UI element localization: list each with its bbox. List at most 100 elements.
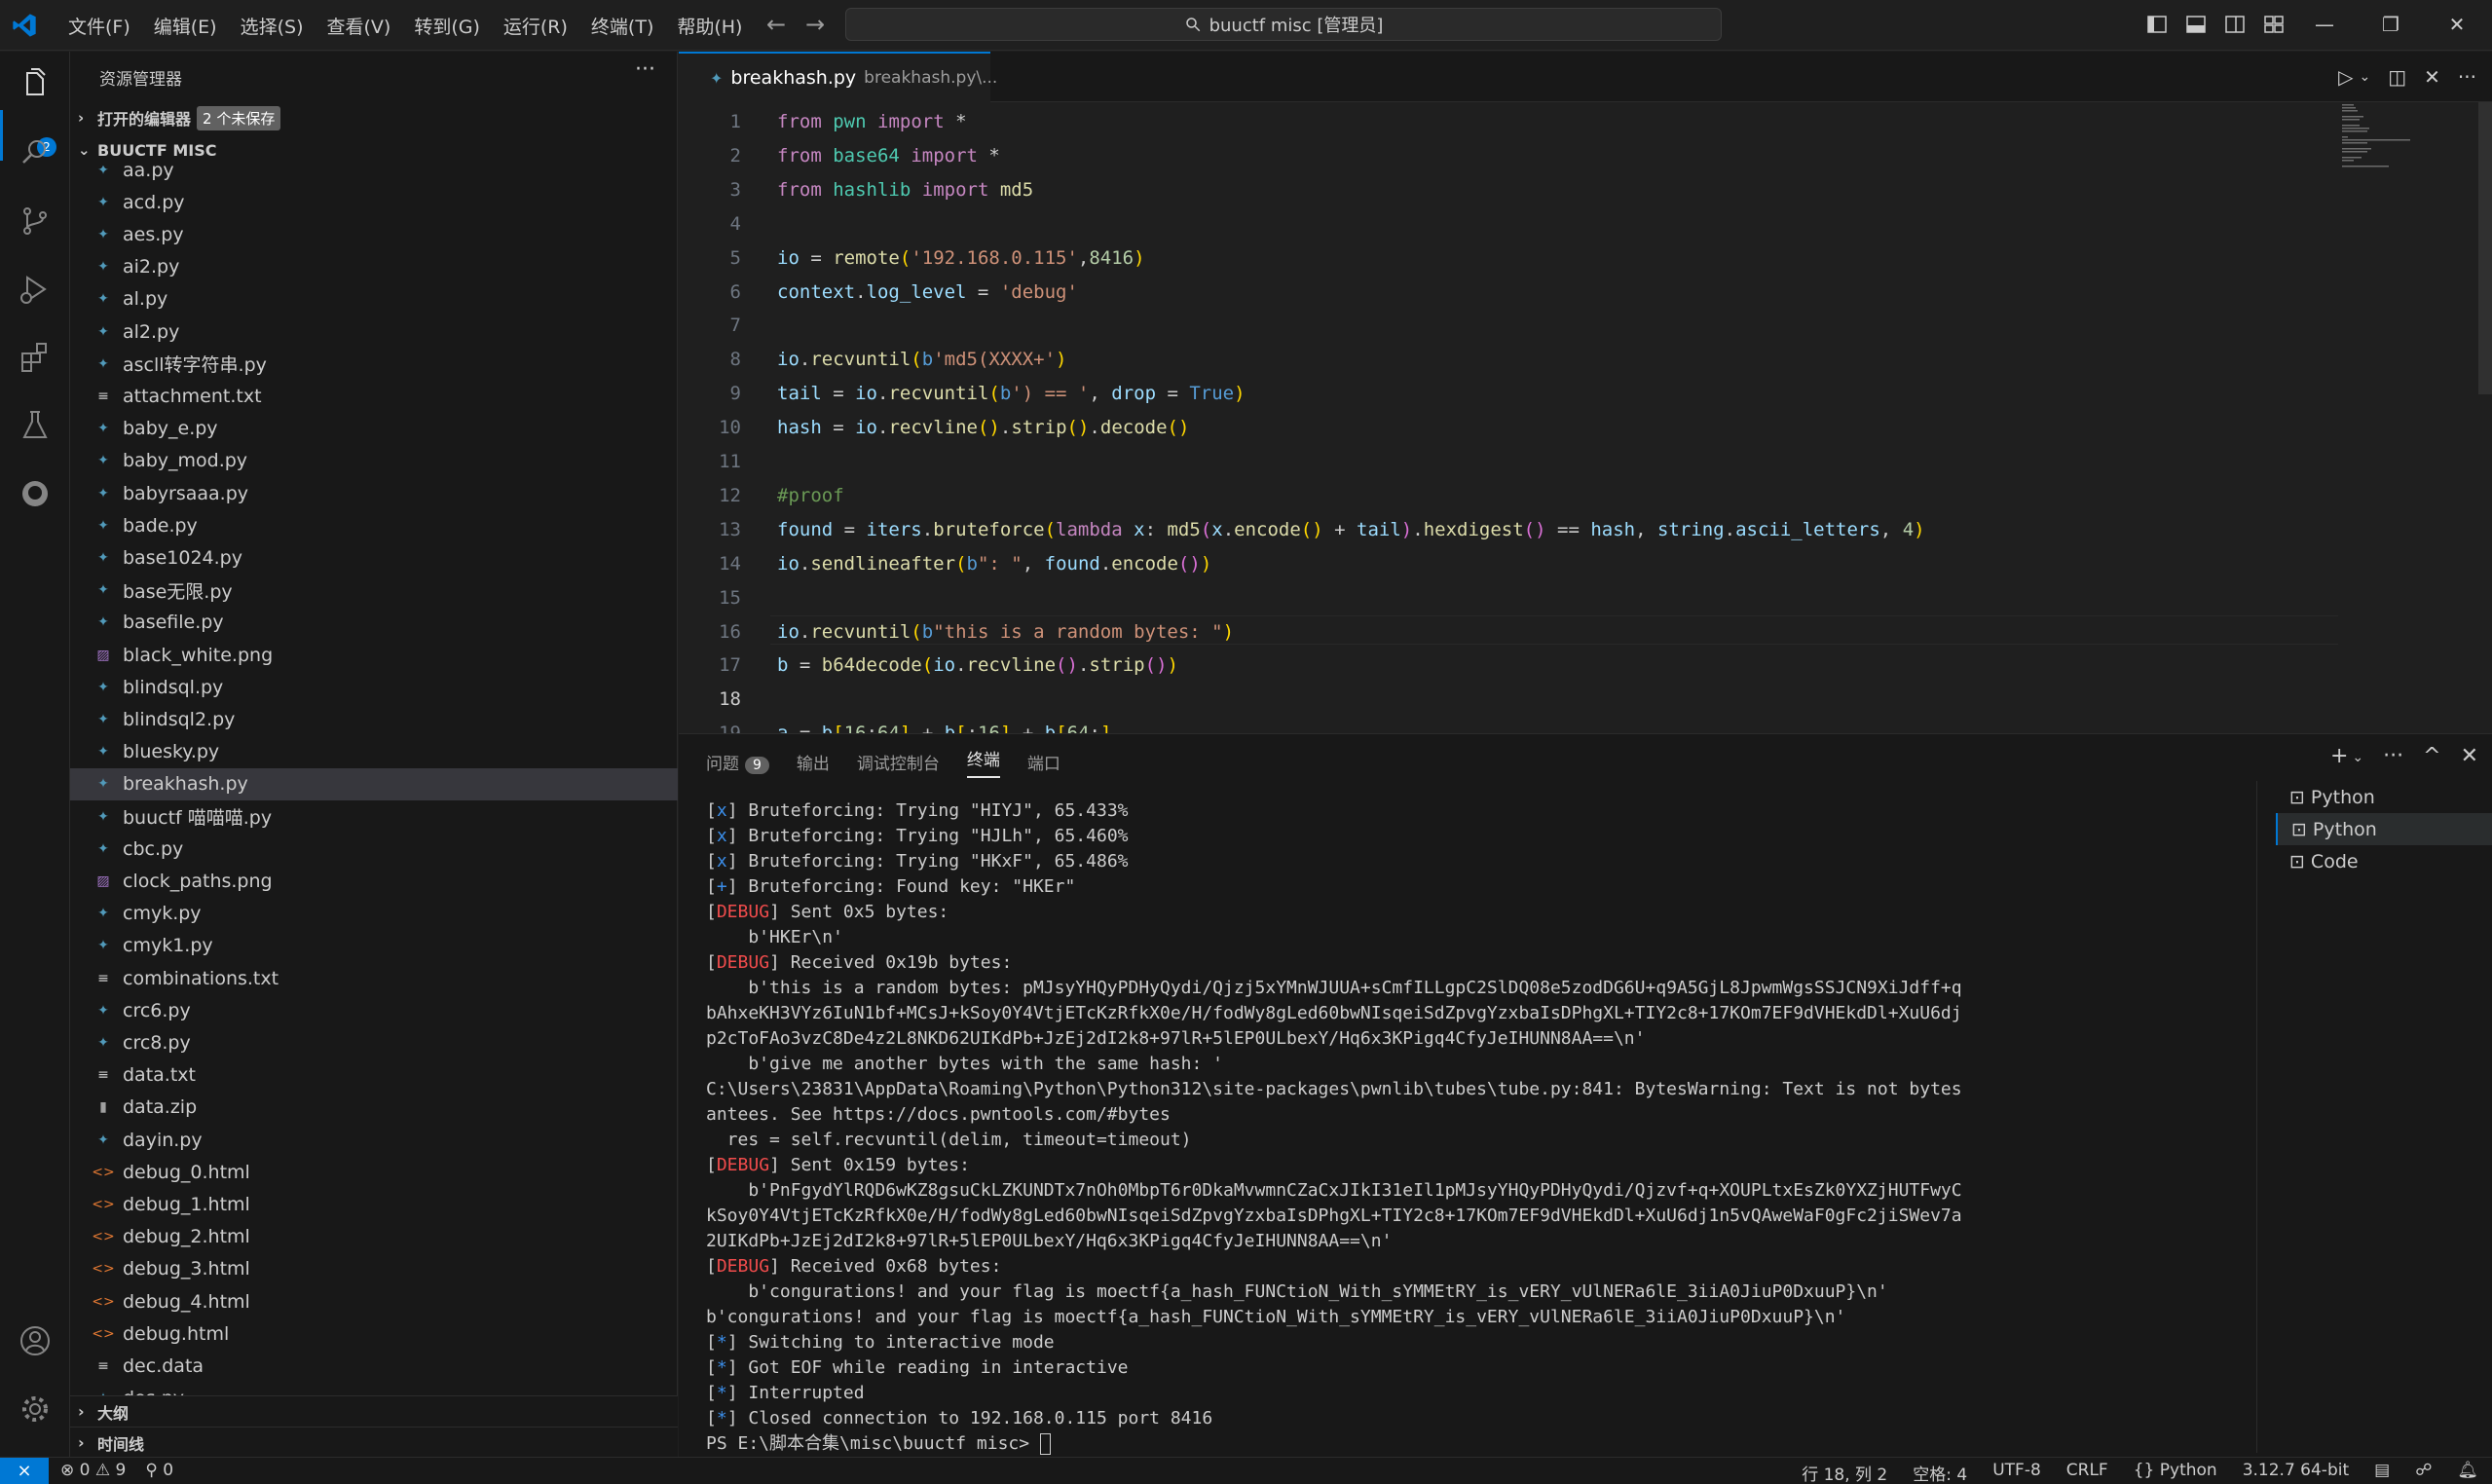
file-tree-item[interactable]: <> debug_2.html bbox=[70, 1221, 678, 1253]
file-tree-item[interactable]: ✦ base1024.py bbox=[70, 541, 678, 574]
toggle-secondary-sidebar-icon[interactable] bbox=[2224, 14, 2246, 35]
menu-item[interactable]: 选择(S) bbox=[229, 13, 316, 39]
terminal-dropdown-icon[interactable]: ⌄ bbox=[2352, 750, 2363, 768]
file-tree-item[interactable]: <> debug_4.html bbox=[70, 1285, 678, 1317]
close-editor-icon[interactable]: ✕ bbox=[2424, 65, 2440, 89]
panel-tab[interactable]: 调试控制台 bbox=[857, 750, 940, 774]
close-panel-icon[interactable]: ✕ bbox=[2461, 744, 2478, 768]
settings-gear-icon[interactable] bbox=[18, 1391, 53, 1427]
extensions-icon[interactable] bbox=[18, 340, 53, 375]
file-tree-item[interactable]: ✦ al.py bbox=[70, 283, 678, 315]
folder-section[interactable]: ⌄ BUUCTF MISC bbox=[70, 135, 678, 165]
testing-icon[interactable] bbox=[18, 408, 53, 443]
menu-item[interactable]: 终端(T) bbox=[579, 13, 665, 39]
file-tree-item[interactable]: ✦ baby_e.py bbox=[70, 413, 678, 445]
file-tree-item[interactable]: ✦ cmyk.py bbox=[70, 898, 678, 930]
more-actions-icon[interactable]: ··· bbox=[635, 57, 655, 82]
file-tree-item[interactable]: ✦ blindsql.py bbox=[70, 671, 678, 703]
file-tree-item[interactable]: ✦ bade.py bbox=[70, 509, 678, 541]
terminal-prompt[interactable]: PS E:\脚本合集\misc\buuctf misc> bbox=[706, 1431, 1962, 1457]
file-tree-item[interactable]: ▮ data.zip bbox=[70, 1092, 678, 1124]
file-tree-item[interactable]: ✦ dayin.py bbox=[70, 1124, 678, 1156]
toggle-primary-sidebar-icon[interactable] bbox=[2146, 14, 2168, 35]
panel-tab[interactable]: 问题 9 bbox=[706, 750, 769, 774]
file-tree-item[interactable]: ≡ data.txt bbox=[70, 1059, 678, 1092]
menu-item[interactable]: 运行(R) bbox=[492, 13, 579, 39]
minimap[interactable] bbox=[2342, 102, 2439, 180]
indentation[interactable]: 空格: 4 bbox=[1913, 1461, 1967, 1484]
maximize-panel-icon[interactable]: ^ bbox=[2423, 744, 2440, 768]
file-tree-item[interactable]: ≡ combinations.txt bbox=[70, 962, 678, 994]
terminal-instance[interactable]: ⊡ Code bbox=[2276, 845, 2492, 877]
file-tree-item[interactable]: ✦ buuctf 喵喵喵.py bbox=[70, 800, 678, 833]
copilot-icon[interactable]: ☍ bbox=[2415, 1461, 2432, 1484]
timeline-section[interactable]: › 时间线 bbox=[70, 1427, 678, 1458]
file-tree-item[interactable]: ✦ aes.py bbox=[70, 218, 678, 250]
file-tree-item[interactable]: ≡ dec.data bbox=[70, 1350, 678, 1382]
file-tree-item[interactable]: ✦ ascll转字符串.py bbox=[70, 348, 678, 380]
terminal-instance[interactable]: ⊡ Python bbox=[2276, 781, 2492, 813]
file-tree-item[interactable]: ✦ acd.py bbox=[70, 186, 678, 218]
more-actions-icon[interactable]: ··· bbox=[2383, 744, 2403, 768]
menu-item[interactable]: 文件(F) bbox=[56, 13, 142, 39]
customize-layout-icon[interactable] bbox=[2263, 14, 2285, 35]
cursor-position[interactable]: 行 18, 列 2 bbox=[1802, 1461, 1887, 1484]
code-area[interactable]: 1 from pwn import * 2 from base64 import * 3… bbox=[679, 102, 2492, 733]
panel-tab[interactable]: 输出 bbox=[797, 750, 830, 774]
file-tree-item[interactable]: ▨ black_white.png bbox=[70, 639, 678, 671]
problems-status[interactable]: ⊗ 0 ⚠ 9 bbox=[60, 1461, 126, 1480]
open-editors-section[interactable]: › 打开的编辑器 2 个未保存 bbox=[70, 103, 678, 132]
file-tree-item[interactable]: ✦ babyrsaaa.py bbox=[70, 477, 678, 509]
remote-indicator-icon[interactable]: ⨯ bbox=[0, 1458, 49, 1484]
notifications-bell-icon[interactable]: 🔔︎ bbox=[2457, 1461, 2478, 1484]
file-tree-item[interactable]: ✦ cbc.py bbox=[70, 833, 678, 865]
file-tree-item[interactable]: ▨ clock_paths.png bbox=[70, 865, 678, 897]
menu-item[interactable]: 转到(G) bbox=[402, 13, 492, 39]
language-mode[interactable]: {} Python bbox=[2134, 1461, 2217, 1484]
new-terminal-icon[interactable]: + bbox=[2330, 744, 2348, 768]
file-tree-item[interactable]: ✦ breakhash.py bbox=[70, 767, 678, 800]
file-tree-item[interactable]: ≡ attachment.txt bbox=[70, 380, 678, 412]
file-tree-item[interactable]: ✦ blindsql2.py bbox=[70, 703, 678, 735]
file-tree-item[interactable]: <> debug_1.html bbox=[70, 1188, 678, 1220]
file-tree-item[interactable]: ✦ basefile.py bbox=[70, 607, 678, 639]
explorer-icon[interactable] bbox=[18, 67, 53, 102]
terminal-output[interactable]: [x] Bruteforcing: Trying "HIYJ", 65.433%… bbox=[706, 798, 1962, 1461]
split-editor-icon[interactable]: ◫ bbox=[2388, 65, 2406, 89]
search-icon[interactable] bbox=[18, 135, 53, 170]
panel-tab[interactable]: 终端 bbox=[966, 746, 1000, 778]
github-icon[interactable] bbox=[18, 476, 53, 511]
run-python-icon[interactable]: ▷ bbox=[2338, 65, 2353, 89]
back-arrow-icon[interactable]: ← bbox=[763, 12, 789, 37]
terminal-instance[interactable]: ⊡ Python bbox=[2276, 813, 2492, 845]
menu-item[interactable]: 查看(V) bbox=[316, 13, 403, 39]
file-tree-item[interactable]: ✦ base无限.py bbox=[70, 575, 678, 607]
ports-status[interactable]: ⚲ 0 bbox=[145, 1461, 173, 1480]
end-of-line[interactable]: CRLF bbox=[2066, 1461, 2108, 1484]
file-tree-item[interactable]: ✦ crc6.py bbox=[70, 994, 678, 1026]
file-tree-item[interactable]: ✦ al2.py bbox=[70, 315, 678, 348]
account-icon[interactable] bbox=[18, 1323, 53, 1358]
restore-window-icon[interactable]: ❐ bbox=[2376, 10, 2405, 39]
minimize-window-icon[interactable]: — bbox=[2310, 10, 2339, 39]
menu-item[interactable]: 帮助(H) bbox=[665, 13, 754, 39]
toggle-panel-icon[interactable] bbox=[2185, 14, 2207, 35]
source-control-icon[interactable] bbox=[18, 204, 53, 239]
file-tree-item[interactable]: ✦ ai2.py bbox=[70, 251, 678, 283]
file-tree-item[interactable]: ✦ baby_mod.py bbox=[70, 445, 678, 477]
file-icon[interactable]: ▤ bbox=[2374, 1461, 2390, 1484]
outline-section[interactable]: › 大纲 bbox=[70, 1395, 678, 1427]
python-interpreter[interactable]: 3.12.7 64-bit bbox=[2243, 1461, 2349, 1484]
file-tree-item[interactable]: <> debug_3.html bbox=[70, 1253, 678, 1285]
file-tree-item[interactable]: <> debug_0.html bbox=[70, 1156, 678, 1188]
editor-scrollbar[interactable] bbox=[2478, 102, 2492, 394]
tab-breakhash[interactable]: ✦ breakhash.py breakhash.py\... bbox=[679, 52, 997, 102]
file-tree-item[interactable]: <> debug.html bbox=[70, 1317, 678, 1350]
encoding[interactable]: UTF-8 bbox=[1992, 1461, 2041, 1484]
menu-item[interactable]: 编辑(E) bbox=[142, 13, 229, 39]
run-debug-icon[interactable] bbox=[18, 272, 53, 307]
forward-arrow-icon[interactable]: → bbox=[802, 12, 828, 37]
close-window-icon[interactable]: ✕ bbox=[2442, 10, 2472, 39]
file-tree-item[interactable]: ✦ crc8.py bbox=[70, 1026, 678, 1058]
file-tree-item[interactable]: ✦ bluesky.py bbox=[70, 736, 678, 768]
